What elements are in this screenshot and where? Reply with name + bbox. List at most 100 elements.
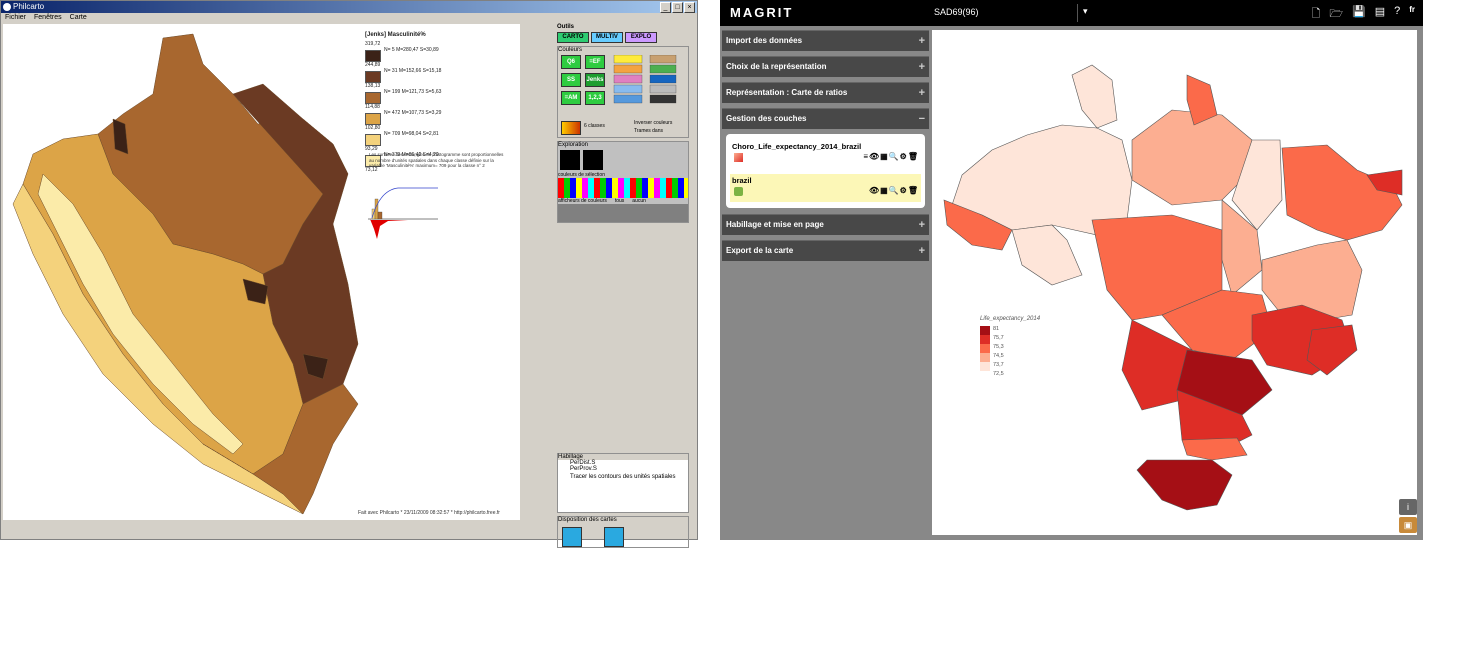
help-icon[interactable]: ? (1394, 5, 1400, 24)
settings-gear-icon[interactable]: ⚙ (900, 186, 908, 195)
region-roraima (1071, 64, 1118, 129)
invert-colors-checkbox[interactable]: Inverser couleurs (634, 120, 672, 126)
legend-value: 72,5 (993, 371, 1004, 377)
section-layout[interactable]: Habillage et mise en page + (722, 214, 929, 235)
close-button[interactable]: × (684, 2, 695, 13)
legend-swatch (365, 113, 381, 125)
trames-option[interactable]: Trames dans (634, 128, 663, 134)
map-canvas[interactable]: [Jenks] Masculinité% 319,72 N= 5 M=280,4… (3, 24, 520, 520)
disposition-group: Disposition des cartes (557, 516, 689, 548)
save-icon[interactable]: 💾 (1352, 5, 1366, 24)
habillage-item-perprov[interactable]: PerProv.S (558, 466, 688, 472)
tab-explo[interactable]: EXPLO (625, 32, 657, 43)
region-rio-grande-do-sul (1136, 459, 1233, 511)
expand-icon: + (918, 219, 925, 231)
legend-swatch (365, 92, 381, 104)
legend-row: 81 (980, 326, 1040, 335)
project-separator (1077, 4, 1078, 22)
none-button[interactable]: aucun (632, 198, 646, 204)
region-northeast (1281, 144, 1403, 241)
layer-item-choropleth[interactable]: Choro_Life_expectancy_2014_brazil ≡👁▦🔍⚙🗑 (730, 140, 921, 168)
section-layer-management[interactable]: Gestion des couches − (722, 108, 929, 129)
layout-four-maps-button[interactable] (562, 527, 582, 547)
section-label: Choix de la représentation (726, 62, 827, 71)
palette-preview-button[interactable] (561, 121, 581, 135)
exploration-label: Exploration (558, 142, 589, 148)
legend-row: 74,5 (980, 353, 1040, 362)
legend-swatch (365, 134, 381, 146)
map-footer: Fait avec Philcarto * 23/11/2009 08:32:5… (358, 510, 500, 516)
menu-fichier[interactable]: Fichier (5, 13, 26, 23)
menu-bar: Fichier Fenêtres Carte (1, 13, 697, 23)
region-rondonia (1011, 224, 1083, 286)
legend-class-5: N= 709 M=98,04 S=2,81 (365, 131, 515, 147)
visibility-eye-icon[interactable]: 👁 (869, 186, 880, 195)
legend-value: 75,7 (993, 335, 1004, 341)
section-ratio-map[interactable]: Représentation : Carte de ratios + (722, 82, 929, 103)
minimize-button[interactable]: _ (660, 2, 671, 13)
book-icon[interactable]: ▤ (1375, 5, 1385, 24)
section-label: Import des données (726, 36, 803, 45)
section-import[interactable]: Import des données + (722, 30, 929, 51)
explore-points-button[interactable] (560, 150, 580, 170)
maximize-button[interactable]: □ (672, 2, 683, 13)
top-icons: 🗋 🗁 💾 ▤ ? fr (1311, 5, 1415, 24)
method-q6-button[interactable]: Q6 (561, 55, 581, 69)
layer-item-brazil[interactable]: brazil 👁▦🔍⚙🗑 (730, 174, 921, 202)
zoom-icon[interactable]: 🔍 (889, 186, 900, 195)
selection-color-swatches[interactable] (558, 178, 688, 198)
info-button[interactable]: i (1399, 499, 1417, 515)
menu-fenetres[interactable]: Fenêtres (34, 13, 62, 23)
map-legend[interactable]: Life_expectancy_2014 81 75,7 75,3 74,5 7… (980, 316, 1040, 380)
tools-title: Outils (557, 24, 575, 30)
method-ss-button[interactable]: SS (561, 73, 581, 87)
all-button[interactable]: tous (615, 198, 624, 204)
project-dropdown-icon[interactable]: ▾ (1083, 6, 1088, 17)
zoom-icon[interactable]: 🔍 (889, 152, 900, 161)
color-display-checkboxes[interactable] (558, 204, 688, 222)
settings-gear-icon[interactable]: ⚙ (900, 152, 908, 161)
title-bar: Philcarto _ □ × (1, 1, 697, 13)
layout-single-map-button[interactable] (604, 527, 624, 547)
project-name[interactable]: SAD69(96) (934, 7, 979, 17)
magrit-window: MAGRIT SAD69(96) ▾ 🗋 🗁 💾 ▤ ? fr Import d… (720, 0, 1423, 540)
section-export[interactable]: Export de la carte + (722, 240, 929, 261)
delete-trash-icon[interactable]: 🗑 (908, 186, 919, 195)
expand-icon: + (918, 61, 925, 73)
legend-value: 75,3 (993, 344, 1004, 350)
layer-list: Choro_Life_expectancy_2014_brazil ≡👁▦🔍⚙🗑… (726, 134, 925, 208)
sidebar: Import des données + Choix de la représen… (722, 30, 929, 540)
top-bar: MAGRIT SAD69(96) ▾ 🗋 🗁 💾 ▤ ? fr (720, 0, 1423, 26)
tab-carto[interactable]: CARTO (557, 32, 589, 43)
map-view[interactable]: Life_expectancy_2014 81 75,7 75,3 74,5 7… (932, 30, 1417, 535)
new-file-icon[interactable]: 🗋 (1311, 5, 1320, 24)
color-palettes[interactable] (610, 55, 686, 109)
method-ef-button[interactable]: =EF (585, 55, 605, 69)
method-123-button[interactable]: 1,2,3 (585, 91, 605, 105)
explore-triangle-button[interactable] (583, 150, 603, 170)
legend-title: [Jenks] Masculinité% (365, 32, 426, 38)
table-icon[interactable]: ▦ (880, 186, 889, 195)
delete-trash-icon[interactable]: 🗑 (908, 152, 919, 161)
lock-icon[interactable]: ▣ (1399, 517, 1417, 533)
language-selector[interactable]: fr (1409, 5, 1415, 24)
menu-carte[interactable]: Carte (70, 13, 87, 23)
method-jenks-button[interactable]: Jenks (585, 73, 605, 87)
choropleth-type-icon (734, 153, 743, 162)
legend-class-1: N= 5 M=280,47 S=30,89 (365, 47, 515, 63)
section-representation-choice[interactable]: Choix de la représentation + (722, 56, 929, 77)
histogram (368, 187, 438, 239)
legend-class-3: N= 199 M=121,73 S=5,63 (365, 89, 515, 105)
tab-multiv[interactable]: MULTIV (591, 32, 623, 43)
method-am-button[interactable]: =AM (561, 91, 581, 105)
legend-stats: N= 31 M=152,66 S=15,18 (384, 68, 442, 74)
trace-contours-checkbox[interactable]: Tracer les contours des unités spatiales (558, 474, 688, 480)
expand-icon: + (918, 87, 925, 99)
legend-swatch (980, 362, 990, 371)
table-icon[interactable]: ▦ (880, 152, 889, 161)
visibility-eye-icon[interactable]: 👁 (869, 152, 880, 161)
colors-label: Couleurs (558, 47, 583, 53)
legend-swatch (980, 335, 990, 344)
open-folder-icon[interactable]: 🗁 (1329, 5, 1343, 24)
legend-value: 73,7 (993, 362, 1004, 368)
